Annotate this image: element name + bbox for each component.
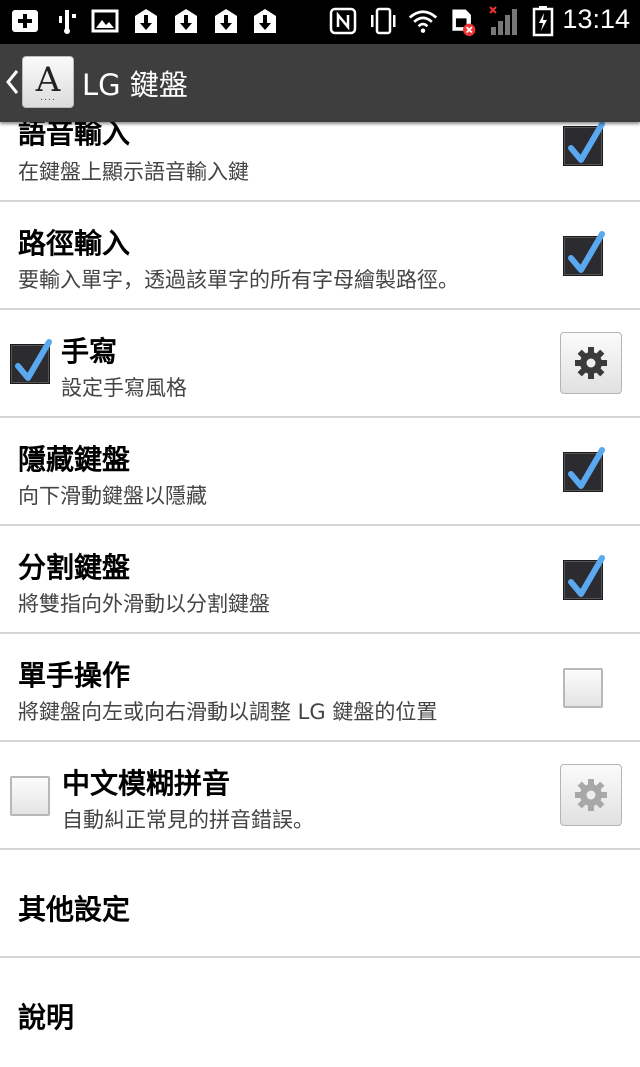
setting-summary: 在鍵盤上顯示語音輸入鍵 (18, 160, 249, 184)
download-icon (131, 6, 161, 36)
setting-title: 其他設定 (18, 893, 131, 926)
setting-hide-keyboard[interactable]: 隱藏鍵盤 向下滑動鍵盤以隱藏 (0, 418, 640, 526)
setting-summary: 將鍵盤向左或向右滑動以調整 LG 鍵盤的位置 (18, 700, 438, 724)
download-icon (211, 6, 241, 36)
hide-keyboard-checkbox[interactable] (563, 447, 605, 492)
signal-icon (488, 6, 524, 36)
gear-icon (575, 347, 607, 379)
status-time: 13:14 (562, 4, 630, 34)
setting-title: 中文模糊拼音 (62, 767, 231, 800)
lg-keyboard-app-icon[interactable]: A .... (22, 56, 74, 108)
checkmark-icon (568, 447, 605, 489)
add-icon (10, 6, 40, 36)
download-icon (250, 6, 280, 36)
page-title: LG 鍵盤 (82, 68, 188, 102)
setting-path-input[interactable]: 路徑輸入 要輸入單字，透過該單字的所有字母繪製路徑。 (0, 202, 640, 310)
setting-summary: 將雙指向外滑動以分割鍵盤 (18, 592, 270, 616)
setting-voice-input[interactable]: 語音輸入 在鍵盤上顯示語音輸入鍵 (0, 122, 640, 202)
setting-title: 手寫 (61, 335, 118, 368)
setting-fuzzy-pinyin[interactable]: 中文模糊拼音 自動糾正常見的拼音錯誤。 (0, 742, 640, 850)
one-hand-checkbox[interactable] (563, 668, 603, 708)
checkmark-icon (15, 339, 52, 381)
image-icon (90, 6, 120, 36)
setting-title: 路徑輸入 (18, 227, 131, 260)
setting-split-keyboard[interactable]: 分割鍵盤 將雙指向外滑動以分割鍵盤 (0, 526, 640, 634)
settings-list: 語音輸入 在鍵盤上顯示語音輸入鍵 路徑輸入 要輸入單字，透過該單字的所有字母繪製… (0, 122, 640, 1067)
setting-title: 分割鍵盤 (18, 551, 131, 584)
voice-input-checkbox[interactable] (563, 122, 605, 166)
wifi-icon (408, 6, 438, 36)
back-chevron-icon[interactable] (4, 68, 20, 96)
nfc-icon (328, 6, 358, 36)
status-bar: 13:14 (0, 0, 640, 44)
setting-handwriting[interactable]: 手寫 設定手寫風格 (0, 310, 640, 418)
checkmark-icon (568, 555, 605, 597)
setting-title: 單手操作 (18, 659, 131, 692)
setting-summary: 設定手寫風格 (61, 376, 187, 400)
checkmark-icon (568, 231, 605, 273)
setting-help[interactable]: 說明 (0, 958, 640, 1066)
sim-error-icon (448, 6, 478, 36)
setting-title: 說明 (18, 1001, 75, 1034)
handwriting-settings-button[interactable] (560, 332, 622, 394)
usb-icon (52, 6, 82, 36)
checkmark-icon (568, 122, 605, 163)
setting-one-hand[interactable]: 單手操作 將鍵盤向左或向右滑動以調整 LG 鍵盤的位置 (0, 634, 640, 742)
action-bar: A .... LG 鍵盤 (0, 44, 640, 122)
setting-summary: 向下滑動鍵盤以隱藏 (18, 484, 207, 508)
download-icon (171, 6, 201, 36)
gear-icon (575, 779, 607, 811)
setting-title: 隱藏鍵盤 (18, 443, 131, 476)
fuzzy-pinyin-checkbox[interactable] (10, 776, 50, 816)
vibrate-icon (368, 6, 398, 36)
setting-title: 語音輸入 (18, 122, 131, 150)
path-input-checkbox[interactable] (563, 231, 605, 276)
setting-summary: 要輸入單字，透過該單字的所有字母繪製路徑。 (18, 268, 459, 292)
split-keyboard-checkbox[interactable] (563, 555, 605, 600)
fuzzy-pinyin-settings-button[interactable] (560, 764, 622, 826)
setting-summary: 自動糾正常見的拼音錯誤。 (62, 808, 314, 832)
battery-charging-icon (528, 6, 558, 37)
handwriting-checkbox[interactable] (10, 339, 52, 384)
app-icon-dots: .... (40, 93, 56, 103)
setting-other-settings[interactable]: 其他設定 (0, 850, 640, 958)
